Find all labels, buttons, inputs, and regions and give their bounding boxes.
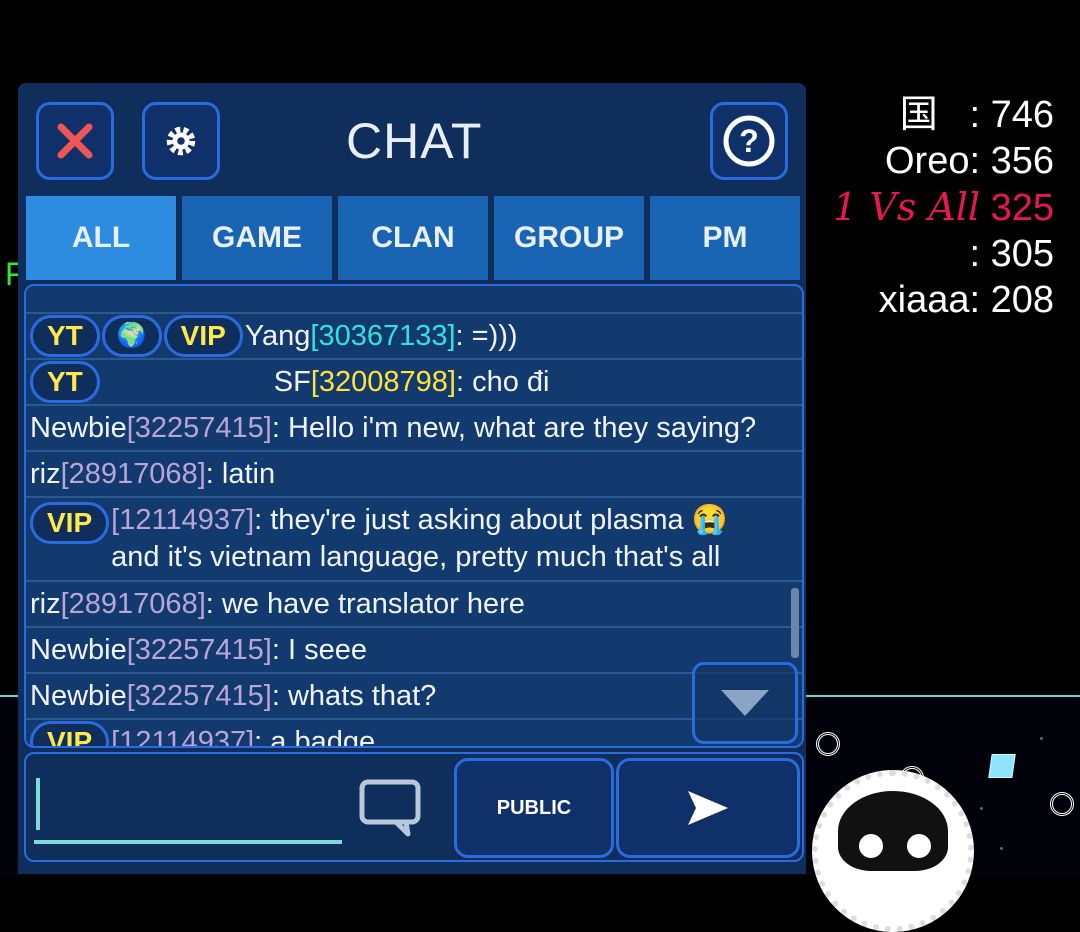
message-row: YT 🌍 VIP Yang [30367133]: =))) [26,314,802,360]
ice-cube-pellet [988,754,1016,778]
sender-id[interactable]: [32257415] [127,412,272,445]
chat-input-bar: PUBLIC [24,752,804,862]
leaderboard-row: : 305 [969,233,1054,275]
sender-name[interactable]: Newbie [30,680,127,713]
message-text: : Hello i'm new, what are they saying? [271,411,757,444]
sender-name[interactable]: riz [30,458,61,491]
help-button[interactable]: ? [710,102,788,180]
leaderboard: 国 : 746 Oreo: 356 1 Vs All 325 : 305 xia… [833,92,1054,323]
chat-tabs: ALL GAME CLAN GROUP PM [26,196,800,280]
tab-all[interactable]: ALL [26,196,176,280]
message-text: : a badge [254,725,376,748]
leaderboard-row: 国 : 746 [899,94,1054,136]
close-button[interactable] [36,102,114,180]
world-pellet [1000,847,1003,850]
sender-id[interactable]: [30367133] [310,320,455,353]
message-text-continued: and it's vietnam language, pretty much t… [111,541,721,573]
world-pellet [1040,737,1043,740]
vip-badge[interactable]: VIP [30,721,110,746]
tab-pm[interactable]: PM [650,196,800,280]
message-text: : whats that? [271,679,437,712]
tab-game[interactable]: GAME [182,196,332,280]
tab-clan[interactable]: CLAN [338,196,488,280]
yt-badge[interactable]: YT [30,315,100,357]
vip-badge[interactable]: VIP [30,502,110,544]
sender-id[interactable]: [32257415] [127,680,272,713]
message-row: Newbie [32257415]: I seee [26,628,802,674]
message-input[interactable] [34,776,342,844]
vip-badge[interactable]: VIP [163,315,243,357]
svg-text:?: ? [739,123,759,159]
message-text: : =))) [455,319,518,352]
message-row: Newbie [32257415]: Hello i'm new, what ar… [26,406,802,452]
swirl-pellet [1050,792,1074,816]
leaderboard-row: Oreo: 356 [884,140,1054,182]
player-cell-avatar [812,770,974,932]
sender-id[interactable]: [28917068] [61,458,206,491]
message-row: Newbie [32257415]: whats that? [26,674,802,720]
scrollbar[interactable] [791,588,799,658]
send-icon [688,791,728,825]
message-row: riz [28917068]: we have translator here [26,582,802,628]
public-button[interactable]: PUBLIC [454,758,614,858]
message-row: YT SF [32008798]: cho đi [26,360,802,406]
chevron-down-icon [721,690,769,716]
sender-name[interactable]: SF [274,366,311,399]
message-row-partial [26,286,802,314]
sender-name[interactable]: Newbie [30,634,127,667]
message-list[interactable]: YT 🌍 VIP Yang [30367133]: =))) YT SF [3200… [24,284,804,748]
world-pellet [980,807,983,810]
message-text: : they're just asking about plasma 😭 [254,504,728,536]
globe-badge[interactable]: 🌍 [101,315,162,357]
message-row: riz [28917068]: latin [26,452,802,498]
sender-id[interactable]: [12114937] [111,504,254,536]
message-text: : we have translator here [205,587,525,620]
sender-name[interactable]: Yang [245,320,311,353]
speech-bubble-icon[interactable] [356,776,426,840]
sender-id[interactable]: [32257415] [127,634,272,667]
message-text: : I seee [271,633,367,666]
leaderboard-row: xiaaa: 208 [878,279,1054,321]
sender-id[interactable]: [28917068] [61,588,206,621]
sender-name[interactable]: riz [30,588,61,621]
send-button[interactable] [616,758,800,858]
chat-title: CHAT [346,113,483,169]
yt-badge[interactable]: YT [30,361,100,403]
tab-group[interactable]: GROUP [494,196,644,280]
sender-id[interactable]: [12114937] [111,726,254,747]
message-text: : latin [205,457,276,490]
leaderboard-row-highlight: 1 Vs All 325 [833,185,1054,229]
scroll-down-button[interactable] [692,662,798,744]
sender-id[interactable]: [32008798] [311,366,456,399]
settings-button[interactable] [142,102,220,180]
help-icon: ? [723,115,775,167]
text-caret [36,778,40,830]
sender-name[interactable]: Newbie [30,412,127,445]
close-icon [57,123,93,159]
message-row: VIP [12114937]: they're just asking abou… [26,498,802,582]
message-row: VIP [12114937]: a badge [26,720,802,748]
message-text: : cho đi [456,365,550,398]
swirl-pellet [816,732,840,756]
gear-icon [166,126,196,156]
